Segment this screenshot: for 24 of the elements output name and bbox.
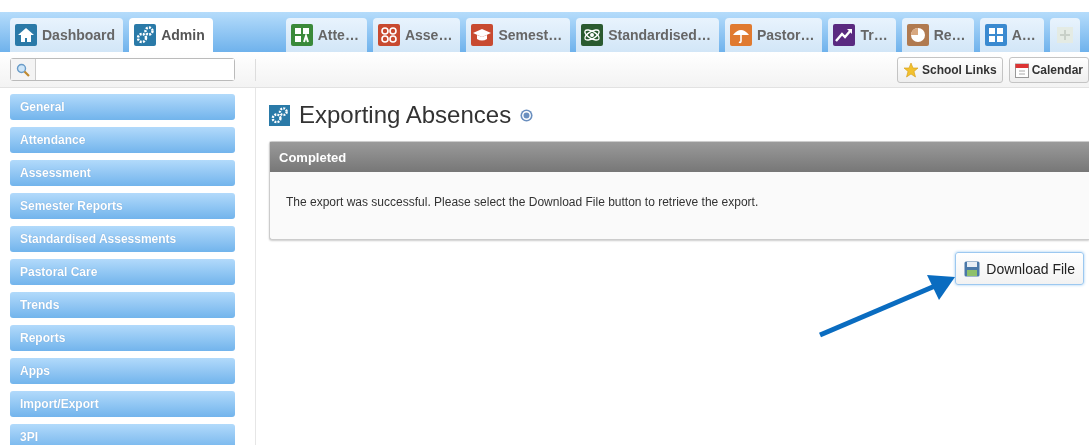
gears-icon (269, 104, 290, 126)
panel-header: Completed (270, 142, 1089, 172)
tab[interactable]: A… (979, 18, 1044, 52)
tab[interactable]: Semest… (466, 18, 571, 52)
tab[interactable]: Asse… (372, 18, 461, 52)
tab[interactable]: Pastor… (724, 18, 823, 52)
toolbar-button[interactable]: Calendar (1008, 56, 1089, 83)
help-icon[interactable] (520, 108, 534, 122)
add-tab-button[interactable] (1049, 18, 1080, 52)
search-icon (16, 62, 30, 77)
tab[interactable]: Dashboard (10, 18, 124, 52)
tab[interactable]: Admin (129, 18, 213, 52)
star-icon (902, 61, 919, 78)
tab[interactable]: Re… (901, 18, 974, 52)
calendar-icon (1014, 61, 1029, 78)
message-text: The export was successful. Please select the Download File button to retrieve the export. (285, 194, 760, 211)
tab[interactable]: Atte… (285, 18, 367, 52)
toolbar-button[interactable]: School Links (896, 56, 1003, 83)
search-field[interactable] (10, 58, 235, 81)
tab[interactable]: Standardised… (576, 18, 719, 52)
tab[interactable]: Tr… (828, 18, 896, 52)
download-file-button[interactable]: Download File (955, 252, 1084, 285)
plus-icon (1056, 27, 1073, 43)
page-title: Exporting Absences (299, 101, 512, 129)
